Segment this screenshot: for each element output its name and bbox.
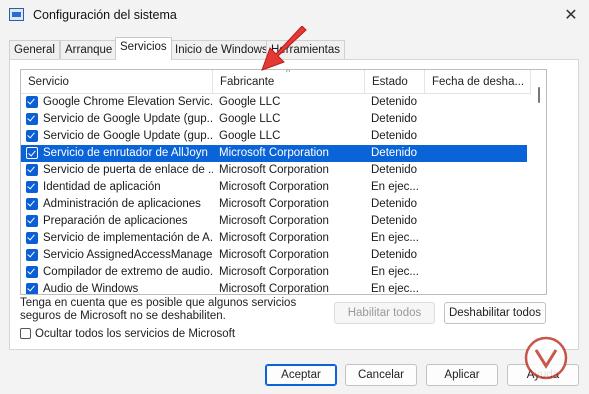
- scrollbar-thumb[interactable]: [538, 87, 540, 103]
- service-name: Servicio de implementación de A...: [43, 232, 213, 244]
- service-state: En ejec...: [371, 181, 419, 193]
- service-name: Servicio de enrutador de AllJoyn: [43, 147, 208, 159]
- services-list[interactable]: Servicio Fabricante ^ Estado Fecha de de…: [20, 69, 547, 295]
- enable-all-button[interactable]: Habilitar todos: [334, 302, 435, 324]
- service-maker: Microsoft Corporation: [219, 147, 329, 159]
- service-name: Servicio AssignedAccessManager: [43, 249, 213, 261]
- table-row[interactable]: Servicio de puerta de enlace de ... Micro…: [21, 162, 527, 179]
- service-checkbox[interactable]: [26, 147, 38, 159]
- notice-text: Tenga en cuenta que es posible que algun…: [20, 297, 297, 322]
- hide-ms-services-option[interactable]: Ocultar todos los servicios de Microsoft: [20, 327, 235, 341]
- service-checkbox[interactable]: [26, 232, 38, 244]
- help-button[interactable]: Ayuda: [507, 364, 579, 386]
- service-state: Detenido: [371, 147, 418, 159]
- service-checkbox[interactable]: [26, 181, 38, 193]
- vertical-scrollbar[interactable]: [531, 70, 546, 294]
- service-name: Compilador de extremo de audio...: [43, 266, 213, 278]
- table-row[interactable]: Audio de Windows Microsoft Corporation En …: [21, 281, 527, 295]
- service-name: Preparación de aplicaciones: [43, 215, 188, 227]
- sort-ascending-icon: ^: [286, 69, 291, 77]
- service-checkbox[interactable]: [26, 113, 38, 125]
- service-checkbox[interactable]: [26, 130, 38, 142]
- service-state: En ejec...: [371, 266, 419, 278]
- hide-ms-checkbox[interactable]: [20, 328, 31, 339]
- column-header-estado[interactable]: Estado: [365, 70, 425, 93]
- table-row[interactable]: Preparación de aplicaciones Microsoft Cor…: [21, 213, 527, 230]
- apply-button[interactable]: Aplicar: [426, 364, 498, 386]
- service-state: Detenido: [371, 164, 418, 176]
- service-maker: Microsoft Corporation: [219, 249, 329, 261]
- service-state: Detenido: [371, 113, 418, 125]
- service-checkbox[interactable]: [26, 96, 38, 108]
- service-state: Detenido: [371, 96, 418, 108]
- table-row[interactable]: Servicio AssignedAccessManager Microsoft …: [21, 247, 527, 264]
- service-maker: Google LLC: [219, 113, 281, 125]
- title-bar: Configuración del sistema ✕: [0, 0, 589, 32]
- service-name: Audio de Windows: [43, 283, 139, 295]
- service-state: Detenido: [371, 198, 418, 210]
- service-maker: Google LLC: [219, 96, 281, 108]
- service-state: En ejec...: [371, 283, 419, 295]
- service-maker: Microsoft Corporation: [219, 266, 329, 278]
- service-maker: Microsoft Corporation: [219, 283, 329, 295]
- system-config-icon: [9, 8, 24, 21]
- service-checkbox[interactable]: [26, 283, 38, 294]
- disable-all-button[interactable]: Deshabilitar todos: [444, 302, 546, 324]
- service-maker: Microsoft Corporation: [219, 181, 329, 193]
- tab-inicio-windows[interactable]: Inicio de Windows: [170, 40, 273, 59]
- table-row[interactable]: Servicio de Google Update (gup... Google …: [21, 128, 527, 145]
- service-checkbox[interactable]: [26, 198, 38, 210]
- tab-herramientas[interactable]: Herramientas: [266, 40, 346, 59]
- service-name: Administración de aplicaciones: [43, 198, 201, 210]
- service-maker: Microsoft Corporation: [219, 215, 329, 227]
- service-state: En ejec...: [371, 232, 419, 244]
- service-maker: Microsoft Corporation: [219, 198, 329, 210]
- service-maker: Microsoft Corporation: [219, 164, 329, 176]
- service-state: Detenido: [371, 215, 418, 227]
- tab-arranque[interactable]: Arranque: [60, 40, 118, 59]
- service-maker: Google LLC: [219, 130, 281, 142]
- hide-ms-label: Ocultar todos los servicios de Microsoft: [35, 328, 236, 340]
- service-name: Servicio de Google Update (gup...: [43, 113, 213, 125]
- table-row[interactable]: Servicio de enrutador de AllJoyn Microsof…: [21, 145, 527, 162]
- table-row[interactable]: Servicio de implementación de A... Micros…: [21, 230, 527, 247]
- service-state: Detenido: [371, 249, 418, 261]
- service-checkbox[interactable]: [26, 249, 38, 261]
- table-row[interactable]: Google Chrome Elevation Servic... Google …: [21, 94, 527, 111]
- ok-button[interactable]: Aceptar: [265, 364, 337, 386]
- service-checkbox[interactable]: [26, 164, 38, 176]
- service-name: Identidad de aplicación: [43, 181, 161, 193]
- table-row[interactable]: Compilador de extremo de audio... Microso…: [21, 264, 527, 281]
- table-row[interactable]: Servicio de Google Update (gup... Google …: [21, 111, 527, 128]
- list-header: Servicio Fabricante ^ Estado Fecha de de…: [21, 70, 531, 94]
- service-name: Servicio de puerta de enlace de ...: [43, 164, 213, 176]
- cancel-button[interactable]: Cancelar: [345, 364, 417, 386]
- tab-servicios[interactable]: Servicios: [115, 37, 172, 60]
- close-button[interactable]: ✕: [556, 4, 586, 28]
- column-header-fecha[interactable]: Fecha de desha...: [425, 70, 531, 93]
- column-header-servicio[interactable]: Servicio: [21, 70, 213, 93]
- table-row[interactable]: Identidad de aplicación Microsoft Corpora…: [21, 179, 527, 196]
- table-row[interactable]: Administración de aplicaciones Microsoft …: [21, 196, 527, 213]
- window-title: Configuración del sistema: [33, 8, 177, 22]
- service-name: Servicio de Google Update (gup...: [43, 130, 213, 142]
- service-checkbox[interactable]: [26, 266, 38, 278]
- service-state: Detenido: [371, 130, 418, 142]
- service-checkbox[interactable]: [26, 215, 38, 227]
- service-name: Google Chrome Elevation Servic...: [43, 96, 213, 108]
- service-maker: Microsoft Corporation: [219, 232, 329, 244]
- tab-general[interactable]: General: [9, 40, 60, 59]
